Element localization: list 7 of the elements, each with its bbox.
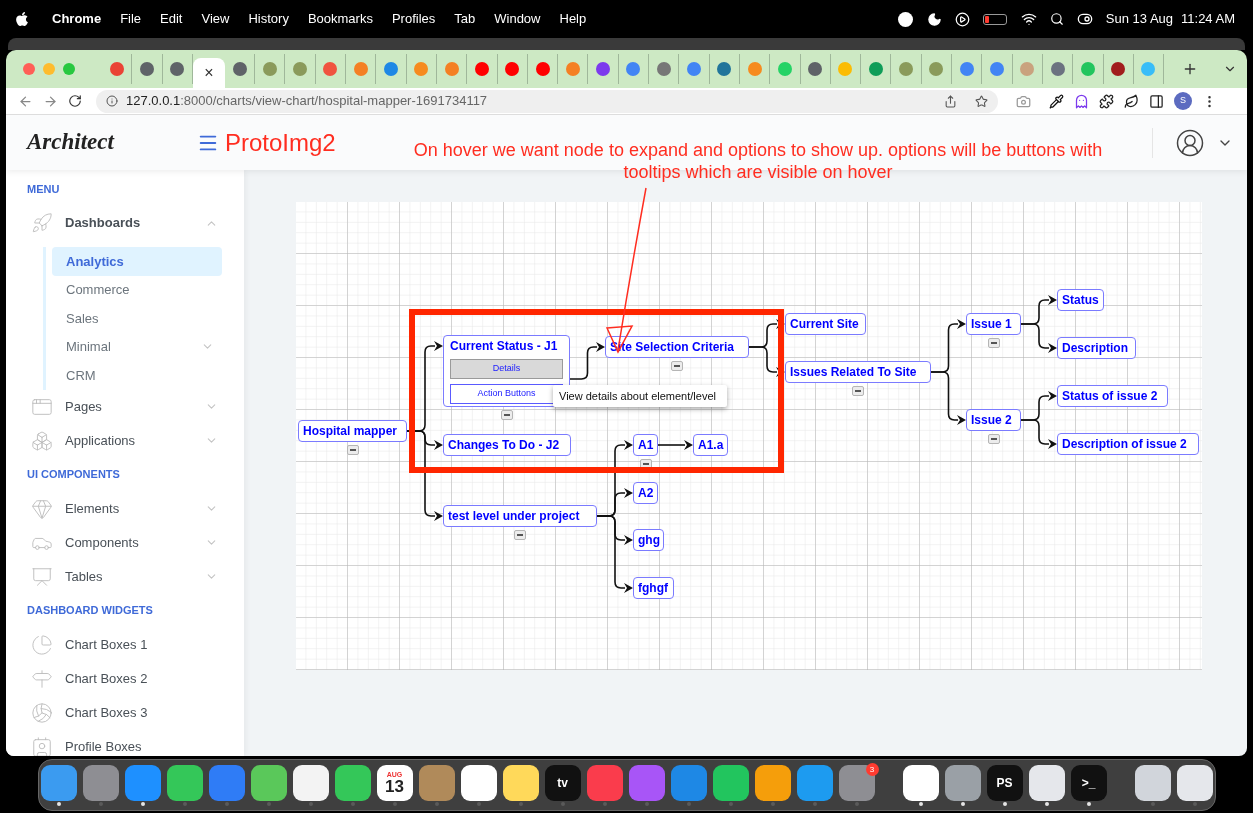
annotation-text: On hover we want node to expand and options to show up. options will be buttons with tooltips which are visible on hover	[412, 139, 1104, 183]
tooltip: View details about element/level	[553, 385, 727, 407]
page-title: ProtoImg2	[225, 127, 336, 158]
section-heading: UI COMPONENTS	[27, 467, 120, 483]
section-heading: DASHBOARD WIDGETS	[27, 603, 153, 619]
section-heading: MENU	[27, 181, 60, 197]
node-title: Current Status - J1	[450, 338, 559, 354]
